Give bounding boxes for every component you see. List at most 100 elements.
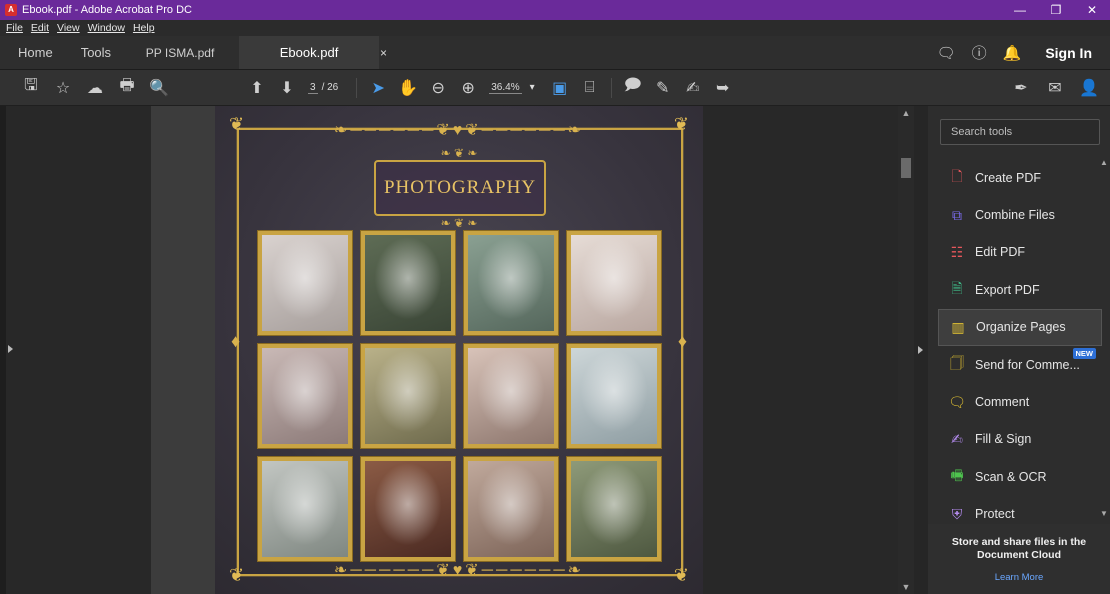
zoom-out-icon[interactable]: ⊖ [425, 75, 451, 101]
cover-title: PHOTOGRAPHY [383, 177, 537, 198]
document-scrollbar[interactable]: ▲ ▼ [898, 106, 914, 594]
edit-pdf-icon: ☷ [950, 243, 964, 260]
photo-thumbnail [464, 344, 558, 448]
tool-scan-ocr[interactable]: 🖷 Scan & OCR [938, 458, 1102, 495]
sign-in-button[interactable]: Sign In [1045, 45, 1092, 61]
learn-more-link[interactable]: Learn More [928, 572, 1110, 583]
print-icon[interactable]: 🖶 [114, 75, 140, 101]
menu-view[interactable]: View [57, 22, 80, 34]
tool-label: Create PDF [975, 170, 1041, 185]
scroll-thumb[interactable] [901, 158, 911, 178]
tool-create-pdf[interactable]: 🗋 Create PDF [938, 159, 1102, 196]
collapse-pane-icon[interactable] [918, 346, 923, 354]
fit-page-icon[interactable]: ▣ [547, 75, 573, 101]
tools-pane: Search tools 🗋 Create PDF ⧉ Combine File… [928, 106, 1110, 594]
restore-button[interactable]: ❐ [1038, 0, 1074, 20]
fill-sign-toolbar-icon[interactable]: ✒ [1008, 75, 1034, 101]
close-window-button[interactable]: ✕ [1074, 0, 1110, 20]
share-icon[interactable]: ➥ [710, 75, 736, 101]
tool-send-for-comment[interactable]: 🗍 Send for Comme... NEW [938, 346, 1102, 383]
photo-thumbnail [567, 457, 661, 561]
tool-combine-files[interactable]: ⧉ Combine Files [938, 196, 1102, 233]
chat-icon[interactable]: 🗨 [937, 44, 956, 62]
next-page-icon[interactable]: ⬇ [274, 75, 300, 101]
toolbar-divider [356, 77, 358, 98]
tool-organize-pages[interactable]: ▥ Organize Pages [938, 308, 1102, 346]
tools-scroll-down-icon[interactable]: ▼ [1100, 509, 1108, 518]
page-total: / 26 [321, 82, 339, 93]
zoom-caret-icon: ▾ [529, 81, 535, 93]
right-pane-toggle[interactable] [914, 106, 928, 594]
menu-bar: File Edit View Window Help [0, 20, 1110, 36]
send-for-comment-icon: 🗍 [950, 354, 964, 371]
tools-scrollbar[interactable]: ▲ ▼ [1100, 158, 1110, 518]
zoom-search-icon[interactable]: 🔍 [146, 75, 172, 101]
create-pdf-icon: 🗋 [951, 167, 963, 184]
tool-label: Protect [975, 507, 1015, 522]
tool-label: Fill & Sign [975, 432, 1032, 447]
highlight-pen-icon[interactable]: ✎ [650, 75, 676, 101]
hand-tool-icon[interactable]: ✋ [395, 75, 421, 101]
save-icon[interactable]: 🖫 [18, 75, 44, 101]
tab-tools[interactable]: Tools [63, 36, 121, 69]
scroll-mode-icon[interactable]: ⌸ [577, 75, 603, 101]
tab-ebook-label: Ebook.pdf [279, 45, 339, 60]
comment-icon: 🗨 [948, 393, 966, 410]
tool-edit-pdf[interactable]: ☷ Edit PDF [938, 234, 1102, 271]
title-bar: A Ebook.pdf - Adobe Acrobat Pro DC — ❐ ✕ [0, 0, 1110, 20]
title-plate: PHOTOGRAPHY [374, 160, 546, 216]
photo-thumbnail [361, 344, 455, 448]
plate-ornament-top: ❧ ❦ ❧ [440, 146, 478, 160]
scroll-up-icon[interactable]: ▲ [898, 106, 914, 120]
toolbar-divider [610, 77, 612, 98]
tools-list: 🗋 Create PDF ⧉ Combine Files ☷ Edit PDF … [938, 159, 1102, 533]
tool-label: Export PDF [975, 282, 1040, 297]
tab-home[interactable]: Home [0, 36, 63, 69]
scroll-down-icon[interactable]: ▼ [898, 580, 914, 594]
menu-file[interactable]: File [6, 22, 23, 34]
tool-fill-sign[interactable]: ✍ Fill & Sign [938, 421, 1102, 458]
tools-scroll-up-icon[interactable]: ▲ [1100, 158, 1108, 167]
tab-close-icon[interactable]: × [380, 46, 387, 60]
document-viewer[interactable]: ❧──────❦♥❦──────❧ ❧──────❦♥❦──────❧ ❦ ❦ … [6, 106, 898, 594]
page-number-field[interactable]: 3 / 26 [308, 82, 338, 94]
search-tools-input[interactable]: Search tools [940, 119, 1100, 145]
menu-help[interactable]: Help [133, 22, 155, 34]
fill-sign-icon: ✍ [951, 430, 963, 447]
tab-ebook[interactable]: Ebook.pdf × [239, 36, 387, 69]
menu-edit[interactable]: Edit [31, 22, 49, 34]
tool-label: Comment [975, 395, 1030, 410]
plate-ornament-bottom: ❧ ❦ ❧ [440, 216, 478, 230]
notification-bell-icon[interactable]: 🔔 [1003, 44, 1022, 62]
photo-thumbnail [258, 344, 352, 448]
tool-export-pdf[interactable]: 🗎 Export PDF [938, 271, 1102, 308]
comment-tool-icon[interactable]: 🗩 [620, 75, 646, 101]
pdf-page[interactable]: ❧──────❦♥❦──────❧ ❧──────❦♥❦──────❧ ❦ ❦ … [215, 106, 703, 594]
select-cursor-icon[interactable]: ➤ [365, 75, 391, 101]
left-pane-toggle-icon[interactable] [8, 345, 13, 353]
previous-page-icon[interactable]: ⬆ [244, 75, 270, 101]
sign-icon[interactable]: ✍ [680, 75, 706, 101]
account-area: 🗨 ⓘ 🔔 Sign In [937, 36, 1110, 69]
upload-cloud-icon[interactable]: ☁ [82, 75, 108, 101]
acrobat-app-icon: A [5, 4, 17, 16]
current-page-input[interactable]: 3 [308, 82, 318, 94]
tab-pp-isma[interactable]: PP ISMA.pdf [121, 36, 240, 69]
zoom-in-icon[interactable]: ⊕ [455, 75, 481, 101]
tool-comment[interactable]: 🗨 Comment [938, 383, 1102, 420]
photo-thumbnail [361, 231, 455, 335]
add-user-icon[interactable]: 👤 [1076, 75, 1102, 101]
photo-grid [258, 231, 662, 579]
menu-window[interactable]: Window [88, 22, 125, 34]
bookmark-star-icon[interactable]: ☆ [50, 75, 76, 101]
corner-ornament: ❦ [229, 565, 245, 585]
protect-icon: ⛨ [951, 505, 963, 522]
tool-label: Scan & OCR [975, 469, 1047, 484]
help-icon[interactable]: ⓘ [972, 42, 987, 63]
zoom-dropdown[interactable]: 36.4% ▾ [489, 81, 535, 94]
email-icon[interactable]: ✉ [1042, 75, 1068, 101]
photo-thumbnail [567, 344, 661, 448]
minimize-button[interactable]: — [1002, 0, 1038, 20]
new-badge: NEW [1072, 347, 1096, 359]
cloud-heading: Store and share files in the Document Cl… [951, 536, 1087, 561]
